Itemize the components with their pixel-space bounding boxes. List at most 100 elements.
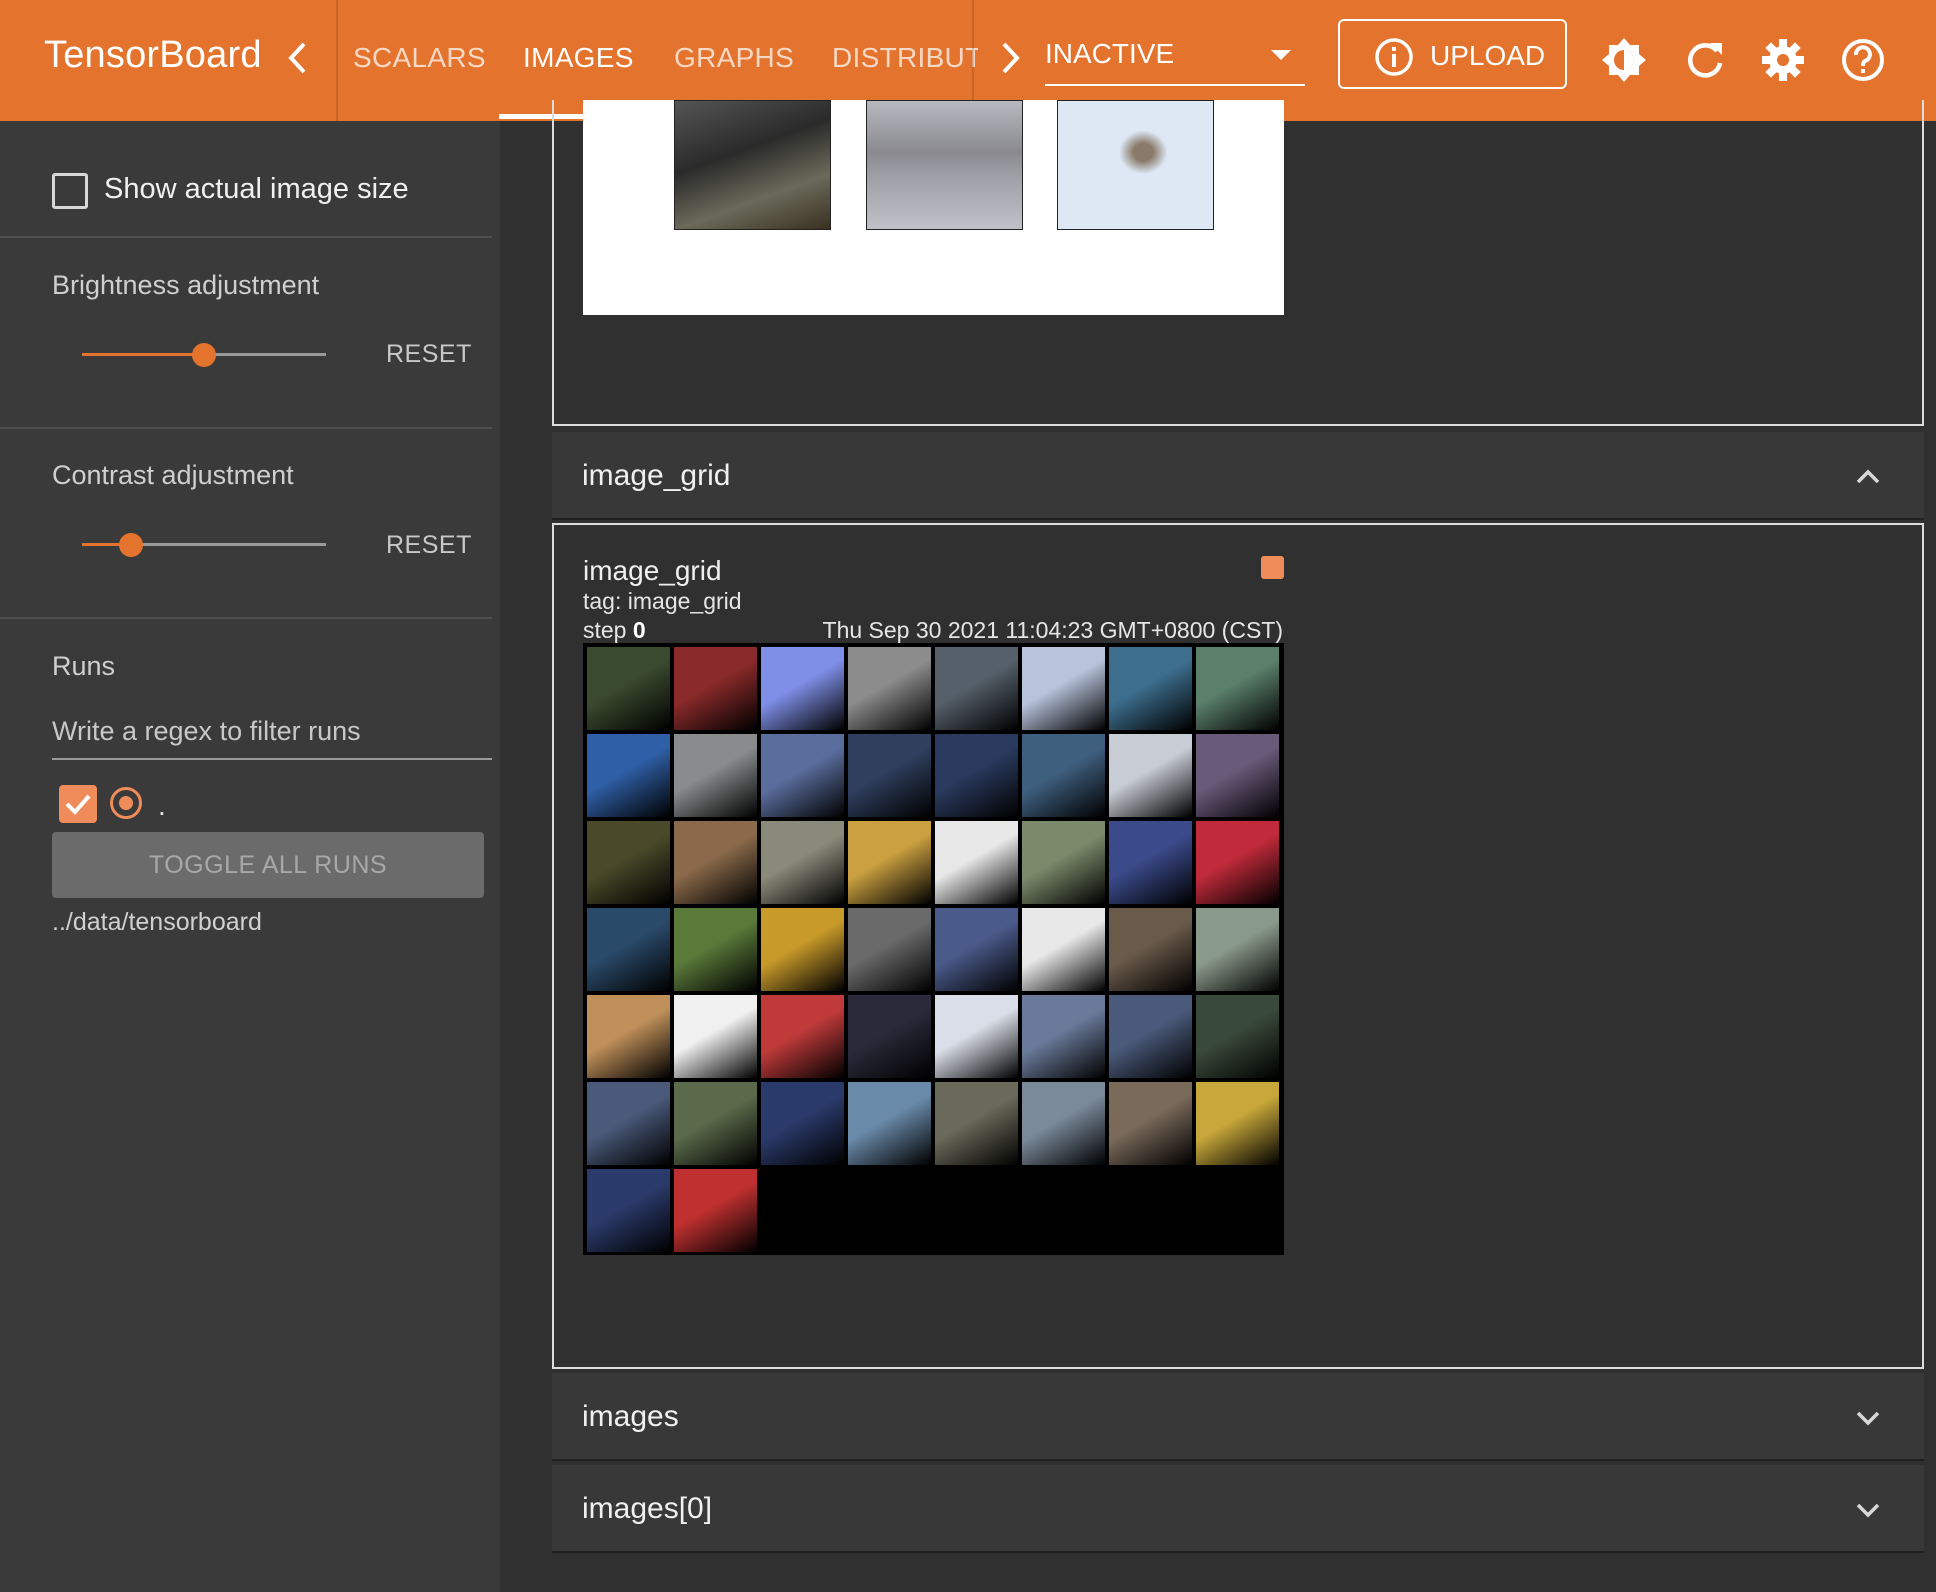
grid-thumbnail [1196,1082,1279,1165]
grid-thumbnail [1196,647,1279,730]
grid-thumbnail [1109,647,1192,730]
pin-icon[interactable] [1261,556,1284,579]
step-label: step [583,617,627,643]
grid-thumbnail [1196,821,1279,904]
grid-thumbnail [1109,821,1192,904]
grid-thumbnail [674,1169,757,1252]
toggle-all-runs-button[interactable]: TOGGLE ALL RUNS [52,832,484,898]
step-value: 0 [632,617,646,643]
grid-thumbnail [1196,908,1279,991]
preview-image [866,100,1023,230]
grid-thumbnail [674,734,757,817]
grid-thumbnail [761,821,844,904]
run-name: . [158,790,166,821]
grid-thumbnail [848,908,931,991]
grid-thumbnail [587,995,670,1078]
reload-status-select[interactable]: INACTIVE [1045,30,1305,86]
image-grid[interactable] [583,643,1284,1255]
tab-images[interactable]: IMAGES [523,42,634,74]
grid-thumbnail [1022,995,1105,1078]
chevron-down-icon[interactable] [1852,1493,1884,1525]
grid-thumbnail [1022,647,1105,730]
run-filter-input[interactable]: Write a regex to filter runs [52,712,492,760]
radio-dot [119,796,133,810]
show-actual-size-checkbox[interactable] [52,173,88,209]
section-title: images [582,1400,679,1433]
divider [0,617,492,619]
grid-thumbnail [935,821,1018,904]
grid-thumbnail [1196,995,1279,1078]
settings-icon[interactable] [1760,37,1806,83]
divider [0,236,492,238]
grid-thumbnail [1109,1082,1192,1165]
grid-thumbnail [674,995,757,1078]
divider [336,0,338,121]
grid-thumbnail [935,734,1018,817]
run-color-radio[interactable] [110,787,142,819]
section-title: images[0] [582,1492,713,1525]
card-tag: tag: image_grid [583,588,742,614]
tab-distributions[interactable]: DISTRIBUTI [832,42,978,74]
grid-thumbnail [848,995,931,1078]
brightness-slider-thumb[interactable] [192,343,216,367]
dropdown-caret-icon [1271,50,1291,60]
grid-thumbnail [761,995,844,1078]
grid-thumbnail [761,734,844,817]
check-icon [65,794,91,815]
grid-thumbnail [674,908,757,991]
help-icon[interactable] [1840,37,1886,83]
grid-thumbnail [1196,734,1279,817]
grid-thumbnail [761,908,844,991]
section-header-image-grid[interactable]: image_grid [552,432,1924,520]
grid-thumbnail [674,647,757,730]
refresh-icon[interactable] [1682,37,1728,83]
tab-scalars[interactable]: SCALARS [353,42,486,74]
card-timestamp: Thu Sep 30 2021 11:04:23 GMT+0800 (CST) [822,617,1283,643]
chevron-left-icon[interactable] [282,38,312,78]
grid-thumbnail [587,821,670,904]
card-title: image_grid [583,555,722,586]
grid-thumbnail [1022,1082,1105,1165]
grid-thumbnail [587,1169,670,1252]
grid-thumbnail [1109,908,1192,991]
card-step: step 0 [583,617,646,644]
runs-label: Runs [52,651,116,681]
tab-graphs[interactable]: GRAPHS [674,42,794,74]
brightness-icon[interactable] [1601,37,1647,83]
grid-thumbnail [587,647,670,730]
contrast-reset-button[interactable]: RESET [386,531,472,560]
grid-thumbnail [1109,995,1192,1078]
grid-thumbnail [935,1082,1018,1165]
grid-thumbnail [1022,908,1105,991]
brightness-reset-button[interactable]: RESET [386,340,472,369]
grid-thumbnail [587,1082,670,1165]
show-actual-size-label: Show actual image size [104,173,409,205]
grid-thumbnail [674,821,757,904]
grid-thumbnail [674,1082,757,1165]
chevron-right-icon[interactable] [996,38,1026,78]
grid-thumbnail [761,647,844,730]
upload-button[interactable]: UPLOAD [1338,19,1567,89]
run-checkbox[interactable] [59,785,97,823]
preview-image [674,100,831,230]
brightness-label: Brightness adjustment [52,270,320,300]
grid-thumbnail [848,734,931,817]
grid-thumbnail [1109,734,1192,817]
chevron-up-icon[interactable] [1852,460,1884,492]
grid-thumbnail [587,734,670,817]
contrast-slider-thumb[interactable] [119,533,143,557]
grid-thumbnail [935,908,1018,991]
contrast-label: Contrast adjustment [52,460,294,490]
grid-thumbnail [848,1082,931,1165]
chevron-down-icon[interactable] [1852,1401,1884,1433]
grid-thumbnail [935,647,1018,730]
section-header-images-0[interactable]: images[0] [552,1465,1924,1553]
preview-image [1057,100,1214,230]
upload-label: UPLOAD [1430,40,1546,71]
grid-thumbnail [761,1082,844,1165]
grid-thumbnail [1022,821,1105,904]
log-directory: ../data/tensorboard [52,908,262,936]
grid-thumbnail [587,908,670,991]
grid-thumbnail [848,821,931,904]
section-header-images[interactable]: images [552,1373,1924,1461]
